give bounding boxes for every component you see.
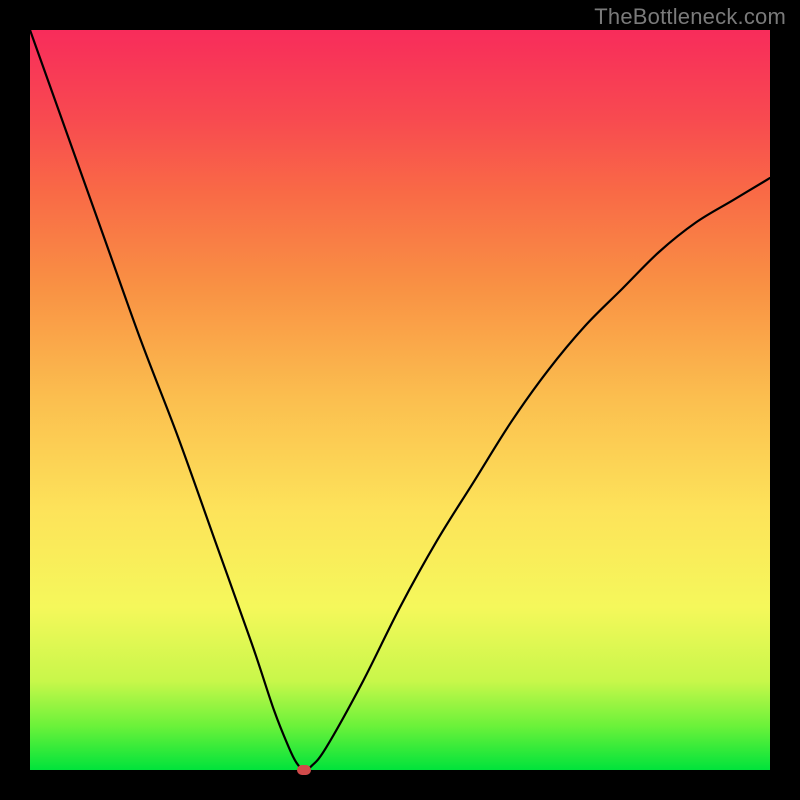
watermark-text: TheBottleneck.com	[594, 4, 786, 30]
chart-frame: TheBottleneck.com	[0, 0, 800, 800]
bottleneck-curve	[30, 30, 770, 770]
optimum-marker	[297, 765, 311, 775]
plot-area	[30, 30, 770, 770]
